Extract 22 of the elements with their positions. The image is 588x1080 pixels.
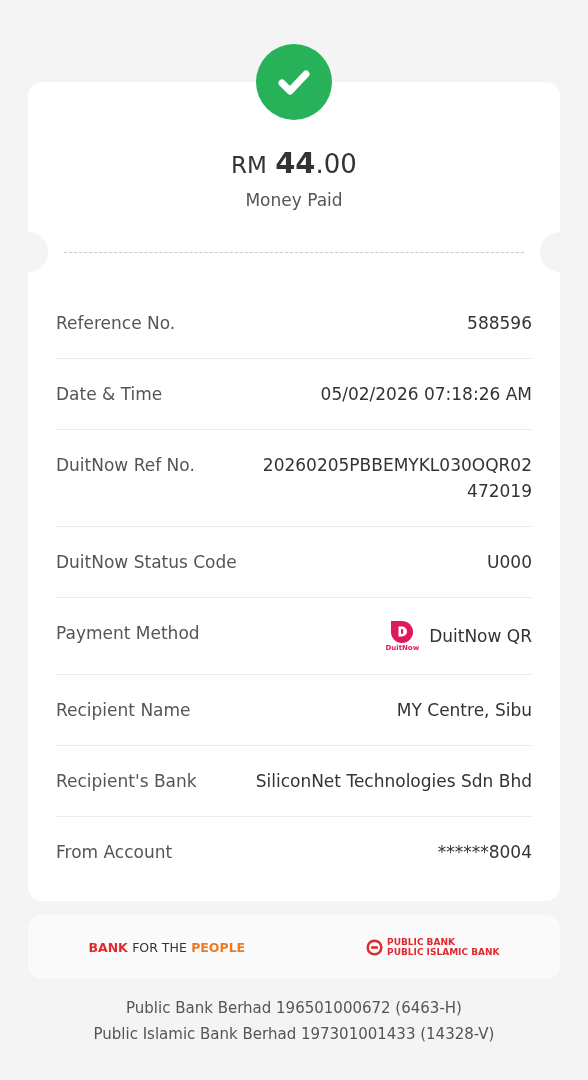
registration-text: Public Bank Berhad 196501000672 (6463-H) [125, 998, 463, 1019]
detail-value: SiliconNet Technologies Sdn Bhd [255, 770, 532, 793]
detail-label: Reference No. [56, 312, 176, 335]
detail-label: Recipient Name [56, 699, 191, 722]
detail-label: Payment Method [56, 622, 200, 645]
tagline-logo: BANK FOR THE PEOPLE [88, 939, 246, 955]
registration-text: Public Islamic Bank Berhad 197301001433 (14328-V) [92, 1024, 496, 1045]
detail-label: Date & Time [56, 383, 163, 406]
detail-value: 588596 [467, 312, 532, 335]
detail-value: 20260205PBBEMYKL030OQR02472019 [261, 454, 532, 503]
detail-value: U000 [487, 551, 532, 574]
bank-logo: PUBLIC BANK PUBLIC ISLAMIC BANK [366, 937, 500, 957]
detail-label: DuitNow Status Code [56, 551, 237, 574]
detail-label: DuitNow Ref No. [56, 454, 195, 477]
detail-label: From Account [56, 841, 173, 864]
detail-label: Recipient's Bank [56, 770, 197, 793]
detail-value: MY Centre, Sibu [396, 699, 532, 722]
amount-caption: Money Paid [245, 190, 343, 210]
detail-value: 05/02/2026 07:18:26 AM [320, 383, 532, 406]
detail-value: ******8004 [437, 841, 532, 864]
amount-text: RM 44.00 [231, 146, 357, 180]
detail-value: DuitNow QR [429, 625, 532, 648]
